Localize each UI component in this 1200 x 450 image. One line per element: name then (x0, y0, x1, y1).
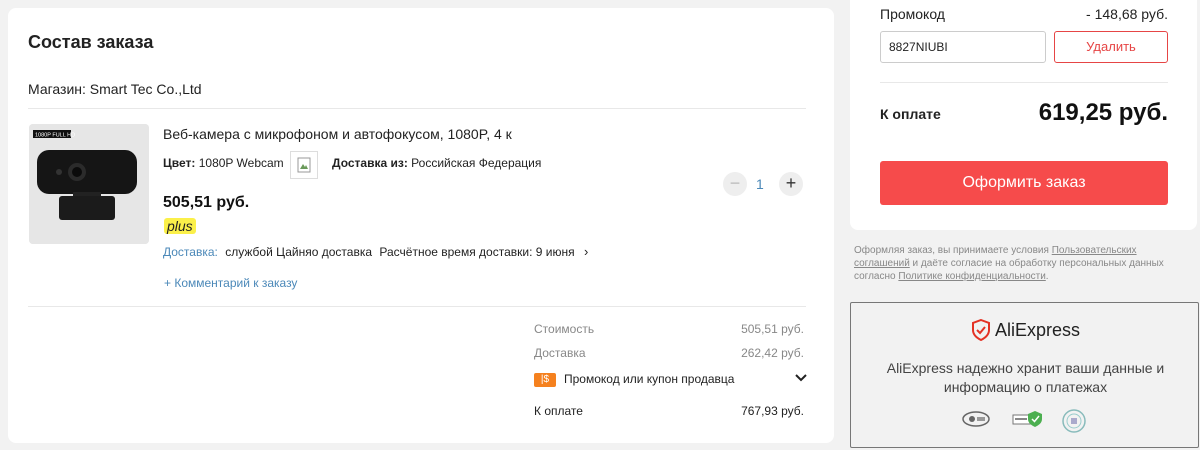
pci-badge-icon (1061, 408, 1089, 433)
cost-label: Стоимость (534, 322, 595, 336)
ship-from-value: Российская Федерация (411, 156, 542, 170)
pay-label: К оплате (880, 106, 941, 122)
place-order-button[interactable]: Оформить заказ (880, 161, 1168, 205)
color-label: Цвет: (163, 156, 196, 170)
terms-text-3: . (1045, 271, 1049, 282)
divider (880, 82, 1168, 83)
verified-badge-icon (1011, 408, 1042, 430)
checkout-card: Промокод - 148,68 руб. 8827NIUBI Удалить… (850, 0, 1197, 230)
terms-text-1: Оформляя заказ, вы принимаете условия (854, 245, 1052, 256)
remove-promo-button[interactable]: Удалить (1054, 31, 1168, 63)
ship-from-label: Доставка из: (332, 156, 408, 170)
security-badge-icon (961, 408, 990, 430)
chevron-down-icon[interactable] (794, 370, 808, 386)
promo-discount: - 148,68 руб. (1086, 6, 1168, 22)
seller-coupon-toggle[interactable]: Промокод или купон продавца (564, 372, 734, 386)
delivery-info[interactable]: Доставка: службой Цайняо доставка Расчёт… (163, 244, 588, 259)
quantity-increase-button[interactable]: + (779, 172, 803, 196)
promo-code-input[interactable]: 8827NIUBI (880, 31, 1046, 63)
delivery-method: службой Цайняо доставка (225, 245, 373, 259)
store-name[interactable]: Магазин: Smart Tec Co.,Ltd (28, 81, 202, 97)
privacy-policy-link[interactable]: Политике конфиденциальности (898, 271, 1045, 282)
product-price: 505,51 руб. (163, 194, 250, 211)
divider (28, 306, 806, 307)
quantity-decrease-button[interactable]: − (723, 172, 747, 196)
security-card: AliExpress AliExpress надежно хранит ваш… (850, 302, 1199, 448)
product-image-label: 1080P FULL HD (35, 133, 75, 139)
order-comment-link[interactable]: + Комментарий к заказу (164, 276, 297, 290)
shield-check-icon (972, 319, 990, 341)
aliexpress-brand: AliExpress (995, 319, 1081, 340)
chevron-right-icon[interactable]: › (584, 244, 588, 259)
order-total-label: К оплате (534, 404, 583, 418)
divider (28, 108, 806, 109)
order-card: Состав заказа Магазин: Smart Tec Co.,Ltd… (8, 8, 834, 443)
terms-text: Оформляя заказ, вы принимаете условия По… (854, 244, 1194, 283)
product-image[interactable]: 1080P FULL HD (29, 124, 149, 244)
cost-value: 505,51 руб. (741, 322, 804, 336)
order-title: Состав заказа (28, 32, 154, 52)
plus-badge: plus (164, 218, 196, 234)
order-total-value: 767,93 руб. (741, 404, 804, 418)
ship-from: Доставка из: Российская Федерация (332, 156, 541, 170)
delivery-label: Доставка: (163, 245, 218, 259)
color-value: 1080P Webcam (198, 156, 284, 170)
aliexpress-logo: AliExpress (971, 319, 1080, 341)
shipping-label: Доставка (534, 346, 586, 360)
variant-thumbnail (290, 151, 318, 179)
quantity-value: 1 (756, 176, 764, 192)
security-text: AliExpress надежно хранит ваши данные и … (886, 360, 1165, 395)
delivery-eta: Расчётное время доставки: 9 июня (379, 245, 575, 259)
shipping-value: 262,42 руб. (741, 346, 804, 360)
promo-label: Промокод (880, 6, 945, 22)
product-name[interactable]: Веб-камера с микрофоном и автофокусом, 1… (163, 126, 512, 142)
pay-value: 619,25 руб. (1038, 99, 1168, 126)
product-color: Цвет: 1080P Webcam (163, 156, 284, 170)
coupon-icon: |$ (534, 373, 556, 387)
